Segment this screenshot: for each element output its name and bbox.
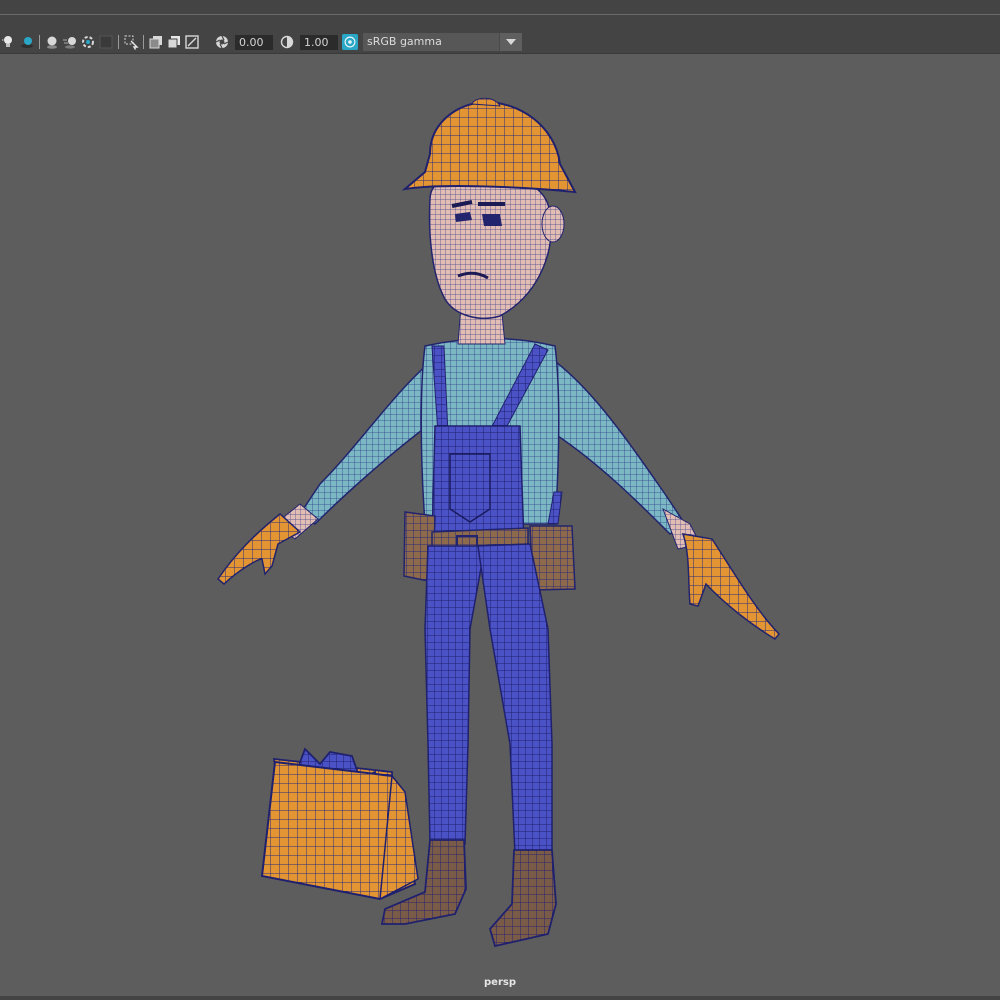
xray-joints-icon[interactable] xyxy=(166,34,182,50)
left-leg xyxy=(424,545,486,845)
3d-viewport[interactable]: persp xyxy=(0,54,1000,996)
camera-name-label: persp xyxy=(484,977,516,988)
exposure-icon[interactable] xyxy=(214,34,230,50)
toolbar-separator xyxy=(118,35,119,49)
xray-components-icon[interactable] xyxy=(184,34,200,50)
head xyxy=(428,172,552,319)
depth-of-field-icon[interactable] xyxy=(98,34,114,50)
right-boot xyxy=(488,849,557,948)
color-space-value: sRGB gamma xyxy=(363,33,499,51)
right-glove xyxy=(681,533,780,640)
right-sleeve xyxy=(544,352,687,535)
anti-aliasing-icon[interactable] xyxy=(80,34,96,50)
bib-pocket xyxy=(449,453,491,523)
toolbar-separator xyxy=(39,35,40,49)
toolbar-separator xyxy=(204,35,210,49)
toolbar-separator xyxy=(143,35,144,49)
gamma-field[interactable] xyxy=(300,34,338,50)
right-eye xyxy=(482,214,502,226)
gamma-icon[interactable] xyxy=(279,34,295,50)
light-bulb-icon[interactable] xyxy=(1,34,17,50)
menu-strip xyxy=(0,0,1000,15)
viewport-panel-toolbar: sRGB gamma xyxy=(0,15,1000,54)
shadow-sphere-icon[interactable] xyxy=(19,34,35,50)
chevron-down-icon[interactable] xyxy=(499,33,522,51)
color-management-icon[interactable] xyxy=(342,34,358,50)
exposure-field[interactable] xyxy=(235,34,273,50)
character-model[interactable] xyxy=(0,54,1000,996)
maya-window: sRGB gamma xyxy=(0,0,1000,1000)
hard-hat xyxy=(401,100,577,194)
left-sleeve xyxy=(298,352,441,525)
viewport-bottom-border xyxy=(0,996,1000,1000)
color-space-dropdown[interactable]: sRGB gamma xyxy=(363,33,522,51)
toolbar-row: sRGB gamma xyxy=(0,32,522,52)
xray-icon[interactable] xyxy=(148,34,164,50)
ear xyxy=(541,205,565,243)
isolate-select-icon[interactable] xyxy=(123,34,139,50)
left-glove xyxy=(216,513,302,586)
ambient-occlusion-icon[interactable] xyxy=(44,34,60,50)
motion-blur-icon[interactable] xyxy=(62,34,78,50)
